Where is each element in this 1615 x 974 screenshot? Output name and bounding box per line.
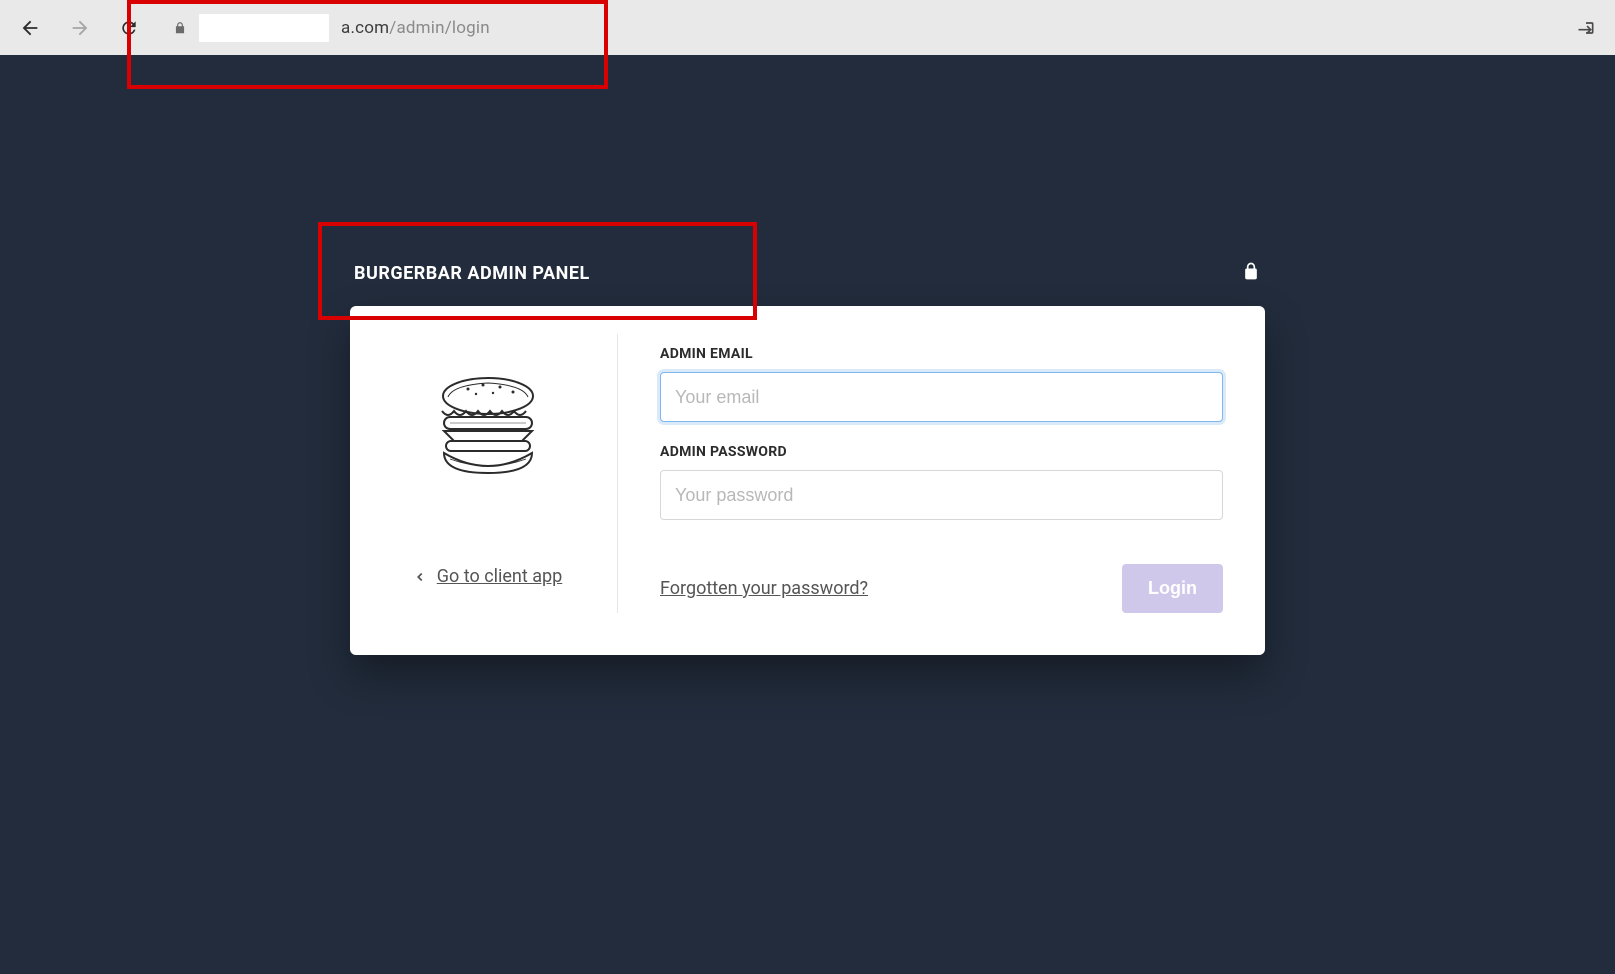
panel-title: BURGERBAR ADMIN PANEL — [354, 263, 590, 284]
url-text: a.com/admin/login — [341, 18, 490, 38]
page-background: BURGERBAR ADMIN PANEL — [0, 55, 1615, 974]
password-label: ADMIN PASSWORD — [660, 444, 1223, 460]
password-input[interactable] — [660, 470, 1223, 520]
browser-address-bar[interactable]: a.com/admin/login — [173, 14, 1552, 42]
go-to-client-link-text[interactable]: Go to client app — [437, 566, 562, 587]
share-icon — [1576, 18, 1596, 38]
browser-reload-button[interactable] — [115, 14, 143, 42]
browser-forward-button[interactable] — [65, 13, 95, 43]
go-to-client-link[interactable]: Go to client app — [413, 566, 562, 587]
login-button[interactable]: Login — [1122, 564, 1223, 613]
panel-lock-icon — [1241, 260, 1261, 286]
browser-share-button[interactable] — [1572, 14, 1600, 42]
login-card: Go to client app ADMIN EMAIL ADMIN PASSW… — [350, 306, 1265, 655]
lock-icon — [1241, 260, 1261, 282]
login-left-column: Go to client app — [378, 334, 618, 613]
arrow-left-icon — [19, 17, 41, 39]
arrow-right-icon — [69, 17, 91, 39]
login-panel: BURGERBAR ADMIN PANEL — [350, 260, 1265, 974]
browser-back-button[interactable] — [15, 13, 45, 43]
email-input[interactable] — [660, 372, 1223, 422]
reload-icon — [119, 18, 139, 38]
form-bottom-row: Forgotten your password? Login — [660, 564, 1223, 613]
burger-icon — [428, 371, 548, 481]
lock-icon — [173, 21, 187, 35]
login-form: ADMIN EMAIL ADMIN PASSWORD Forgotten you… — [618, 334, 1223, 613]
logo — [378, 346, 598, 506]
email-label: ADMIN EMAIL — [660, 346, 1223, 362]
browser-chrome: a.com/admin/login — [0, 0, 1615, 55]
forgot-password-link[interactable]: Forgotten your password? — [660, 578, 868, 599]
panel-header: BURGERBAR ADMIN PANEL — [350, 260, 1265, 306]
chevron-left-icon — [413, 570, 427, 584]
url-redacted-segment — [199, 14, 329, 42]
